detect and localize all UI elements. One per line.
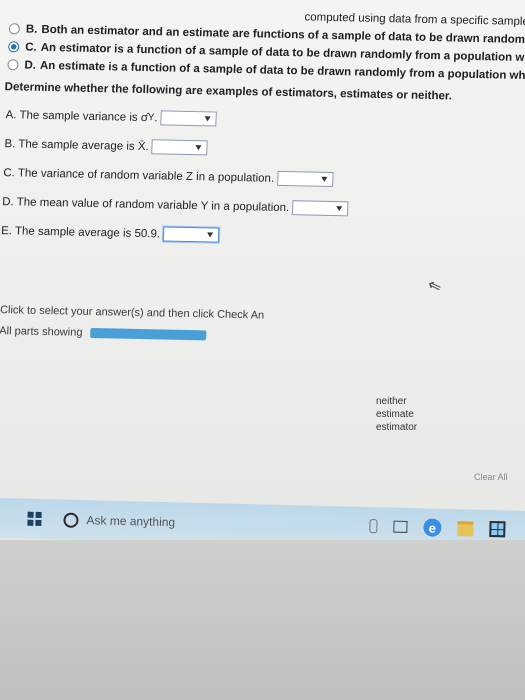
question-c: C. The variance of random variable Z in … (3, 165, 525, 191)
file-explorer-icon[interactable] (457, 520, 474, 537)
option-d-radio[interactable] (7, 59, 19, 71)
cortana-icon[interactable] (63, 512, 79, 528)
question-e: E. The sample average is 50.9. (1, 223, 525, 249)
chevron-down-icon (336, 206, 343, 212)
store-icon[interactable] (489, 520, 506, 538)
monitor-bezel (0, 540, 525, 700)
dropdown-option-estimate[interactable]: estimate (376, 408, 417, 421)
task-view-icon[interactable] (393, 520, 408, 533)
instruction: Determine whether the following are exam… (4, 81, 453, 103)
question-b-label: B. The sample average is X̄. (4, 137, 149, 153)
question-d-label: D. The mean value of random variable Y i… (2, 195, 290, 214)
question-c-label: C. The variance of random variable Z in … (3, 166, 275, 185)
progress-bar (90, 327, 207, 341)
edge-icon[interactable]: e (423, 518, 442, 537)
chevron-down-icon (206, 232, 214, 238)
question-d-dropdown[interactable] (291, 200, 349, 217)
option-c-letter: C. (24, 41, 37, 54)
chevron-down-icon (195, 145, 202, 151)
question-content: computed using data from a specific samp… (0, 0, 525, 348)
option-b-letter: B. (25, 23, 38, 36)
question-b: B. The sample average is X̄. (4, 136, 525, 162)
option-b-radio[interactable] (8, 23, 21, 35)
question-e-label: E. The sample average is 50.9. (0, 224, 161, 240)
option-c-radio[interactable] (8, 41, 20, 53)
chevron-down-icon (204, 116, 211, 122)
question-a: A. The sample variance is σ̂ Y. (5, 107, 525, 133)
question-b-dropdown[interactable] (151, 139, 208, 156)
question-e-dropdown[interactable] (162, 226, 220, 243)
question-d: D. The mean value of random variable Y i… (2, 194, 525, 220)
question-c-dropdown[interactable] (276, 170, 334, 188)
question-a-dropdown[interactable] (160, 110, 217, 127)
chevron-down-icon (321, 176, 328, 182)
dropdown-menu: neither estimate estimator (370, 395, 417, 434)
windows-start-icon[interactable] (27, 511, 42, 527)
dropdown-option-neither[interactable]: neither (376, 395, 417, 408)
taskbar-search[interactable]: Ask me anything (86, 513, 175, 529)
parts-status: All parts showing (0, 325, 525, 348)
question-a-suffix: . (154, 111, 158, 124)
instruction-hint: Click to select your answer(s) and then … (0, 304, 265, 322)
question-a-label: A. The sample variance is σ̂ (5, 108, 149, 124)
dropdown-option-estimator[interactable]: estimator (376, 421, 417, 434)
parts-label: All parts showing (0, 325, 83, 339)
option-d-letter: D. (24, 59, 37, 72)
screen: computed using data from a specific samp… (0, 0, 525, 700)
clear-all-button[interactable]: Clear All (474, 472, 508, 482)
microphone-icon[interactable] (369, 519, 378, 534)
taskbar-icons: e (369, 517, 506, 538)
